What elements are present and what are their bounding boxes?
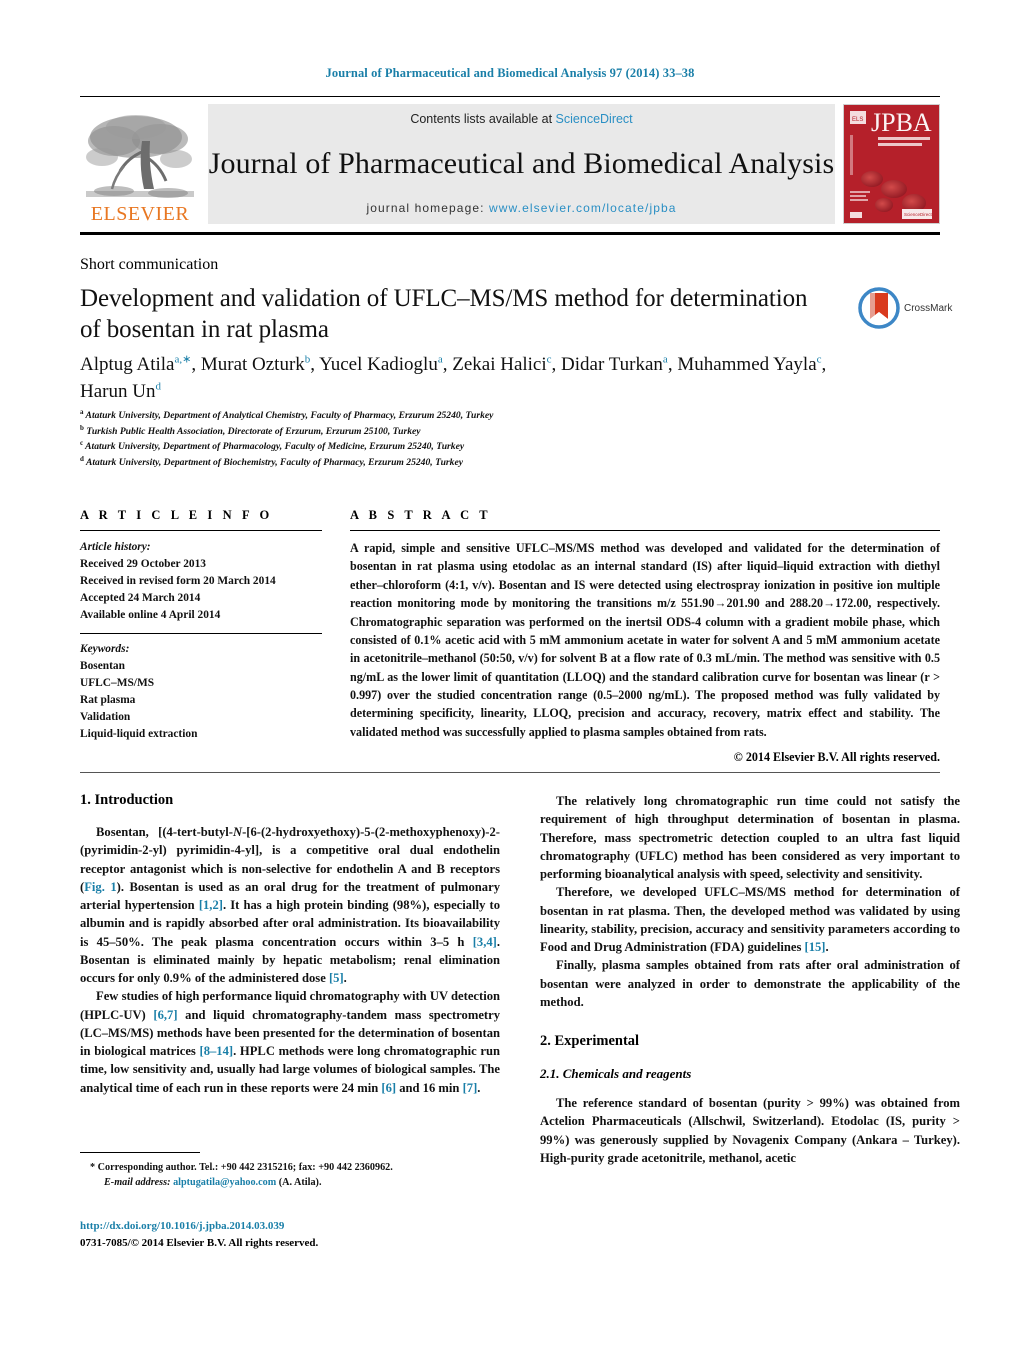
affiliation-text: Ataturk University, Department of Bioche… bbox=[85, 456, 463, 468]
journal-homepage-line: journal homepage: www.elsevier.com/locat… bbox=[366, 201, 676, 215]
svg-text:ScienceDirect: ScienceDirect bbox=[904, 212, 933, 217]
history-item: Accepted 24 March 2014 bbox=[80, 591, 201, 604]
contents-prefix: Contents lists available at bbox=[410, 112, 556, 126]
paragraph: Bosentan, [(4-tert-butyl-N-[6-(2-hydroxy… bbox=[80, 825, 500, 985]
elsevier-wordmark: ELSEVIER bbox=[90, 203, 190, 225]
info-abstract-region: A R T I C L E I N F O Article history: R… bbox=[80, 508, 940, 765]
elsevier-tree-icon bbox=[84, 111, 196, 203]
journal-banner: Contents lists available at ScienceDirec… bbox=[208, 104, 835, 224]
affiliation-text: Turkish Public Health Association, Direc… bbox=[86, 425, 421, 437]
keywords-label: Keywords: bbox=[80, 643, 130, 656]
abstract-copyright: © 2014 Elsevier B.V. All rights reserved… bbox=[733, 750, 940, 765]
running-head: Journal of Pharmaceutical and Biomedical… bbox=[325, 66, 695, 80]
article-history-block: Article history: Received 29 October 201… bbox=[80, 539, 322, 623]
article-info-rule bbox=[80, 530, 322, 531]
affiliation-list: a Ataturk University, Department of Anal… bbox=[80, 408, 860, 470]
article-type: Short communication bbox=[80, 256, 219, 273]
paragraph: Few studies of high performance liquid c… bbox=[80, 989, 500, 1095]
keyword-item: Liquid-liquid extraction bbox=[80, 727, 198, 740]
section-heading-experimental: 2. Experimental bbox=[540, 1033, 640, 1049]
footnote-rule bbox=[80, 1152, 200, 1153]
history-item: Available online 4 April 2014 bbox=[80, 608, 221, 621]
keyword-item: UFLC–MS/MS bbox=[80, 677, 155, 690]
footnote-block: * Corresponding author. Tel.: +90 442 23… bbox=[80, 1152, 500, 1191]
abstract-column: A B S T R A C T A rapid, simple and sens… bbox=[350, 508, 940, 765]
affiliation-marker: c bbox=[80, 438, 84, 447]
keywords-rule bbox=[80, 633, 322, 635]
crossmark-badge[interactable]: CrossMark bbox=[858, 285, 963, 331]
doi-link[interactable]: http://dx.doi.org/10.1016/j.jpba.2014.03… bbox=[80, 1218, 540, 1235]
paragraph: The relatively long chromatographic run … bbox=[540, 794, 960, 881]
body-separator-rule bbox=[80, 772, 940, 773]
paragraph: The reference standard of bosentan (puri… bbox=[540, 1096, 960, 1165]
subsection-heading-chemicals: 2.1. Chemicals and reagents bbox=[540, 1066, 692, 1081]
body-right-column: The relatively long chromatographic run … bbox=[540, 792, 960, 1167]
homepage-url-link[interactable]: www.elsevier.com/locate/jpba bbox=[489, 201, 677, 215]
journal-masthead: ELSEVIER Contents lists available at Sci… bbox=[80, 96, 940, 235]
sciencedirect-link[interactable]: ScienceDirect bbox=[556, 112, 633, 126]
homepage-prefix: journal homepage: bbox=[366, 201, 489, 215]
page-title: Development and validation of UFLC–MS/MS… bbox=[80, 285, 808, 343]
affiliation-text: Ataturk University, Department of Analyt… bbox=[85, 410, 494, 421]
abstract-heading: A B S T R A C T bbox=[350, 508, 492, 522]
article-info-heading: A R T I C L E I N F O bbox=[80, 508, 273, 522]
keyword-item: Validation bbox=[80, 710, 131, 723]
affiliation-item: a Ataturk University, Department of Anal… bbox=[80, 408, 860, 424]
affiliation-text: Ataturk University, Department of Pharma… bbox=[85, 441, 465, 453]
paragraph: Therefore, we developed UFLC–MS/MS metho… bbox=[540, 885, 960, 954]
contents-line: Contents lists available at ScienceDirec… bbox=[410, 112, 632, 126]
abstract-text: A rapid, simple and sensitive UFLC–MS/MS… bbox=[350, 541, 940, 739]
affiliation-item: c Ataturk University, Department of Phar… bbox=[80, 439, 860, 455]
article-history-label: Article history: bbox=[80, 541, 151, 553]
keyword-item: Rat plasma bbox=[80, 694, 136, 706]
svg-text:ELS: ELS bbox=[852, 117, 863, 123]
paper-page: Journal of Pharmaceutical and Biomedical… bbox=[0, 0, 1020, 1351]
keyword-item: Bosentan bbox=[80, 660, 125, 673]
svg-text:JPBA: JPBA bbox=[871, 108, 932, 137]
affiliation-item: d Ataturk University, Department of Bioc… bbox=[80, 455, 860, 471]
doi-block: http://dx.doi.org/10.1016/j.jpba.2014.03… bbox=[80, 1218, 540, 1251]
crossmark-label: CrossMark bbox=[904, 302, 953, 314]
masthead-bottom-rule bbox=[80, 232, 940, 235]
corresponding-author-note: * Corresponding author. Tel.: +90 442 23… bbox=[90, 1162, 393, 1173]
affiliation-item: b Turkish Public Health Association, Dir… bbox=[80, 424, 860, 440]
affiliation-marker: b bbox=[80, 423, 84, 432]
masthead-top-rule bbox=[80, 96, 940, 97]
keywords-block: Keywords: Bosentan UFLC–MS/MS Rat plasma… bbox=[80, 633, 322, 742]
affiliation-marker: a bbox=[80, 407, 84, 416]
body-columns: 1. Introduction Bosentan, [(4-tert-butyl… bbox=[80, 792, 960, 1167]
paragraph: Finally, plasma samples obtained from ra… bbox=[540, 958, 960, 1009]
crossmark-icon bbox=[858, 287, 900, 329]
journal-cover-thumbnail: ELS JPBA ScienceDirect bbox=[843, 104, 940, 224]
body-left-column: 1. Introduction Bosentan, [(4-tert-butyl… bbox=[80, 792, 500, 1167]
journal-title: Journal of Pharmaceutical and Biomedical… bbox=[208, 146, 835, 180]
author-list: Alptug Atilaa,∗, Murat Ozturkb, Yucel Ka… bbox=[80, 353, 827, 402]
abstract-rule bbox=[350, 530, 940, 531]
elsevier-logo: ELSEVIER bbox=[80, 104, 200, 224]
history-item: Received 29 October 2013 bbox=[80, 557, 207, 570]
corresponding-author-email[interactable]: E-mail address: alptugatila@yahoo.com (A… bbox=[90, 1175, 500, 1190]
issn-copyright-line: 0731-7085/© 2014 Elsevier B.V. All right… bbox=[80, 1236, 319, 1249]
section-heading-introduction: 1. Introduction bbox=[80, 792, 174, 808]
title-block: Development and validation of UFLC–MS/MS… bbox=[80, 284, 810, 345]
article-info-column: A R T I C L E I N F O Article history: R… bbox=[80, 508, 322, 765]
affiliation-marker: d bbox=[80, 454, 84, 463]
history-item: Received in revised form 20 March 2014 bbox=[80, 574, 276, 587]
